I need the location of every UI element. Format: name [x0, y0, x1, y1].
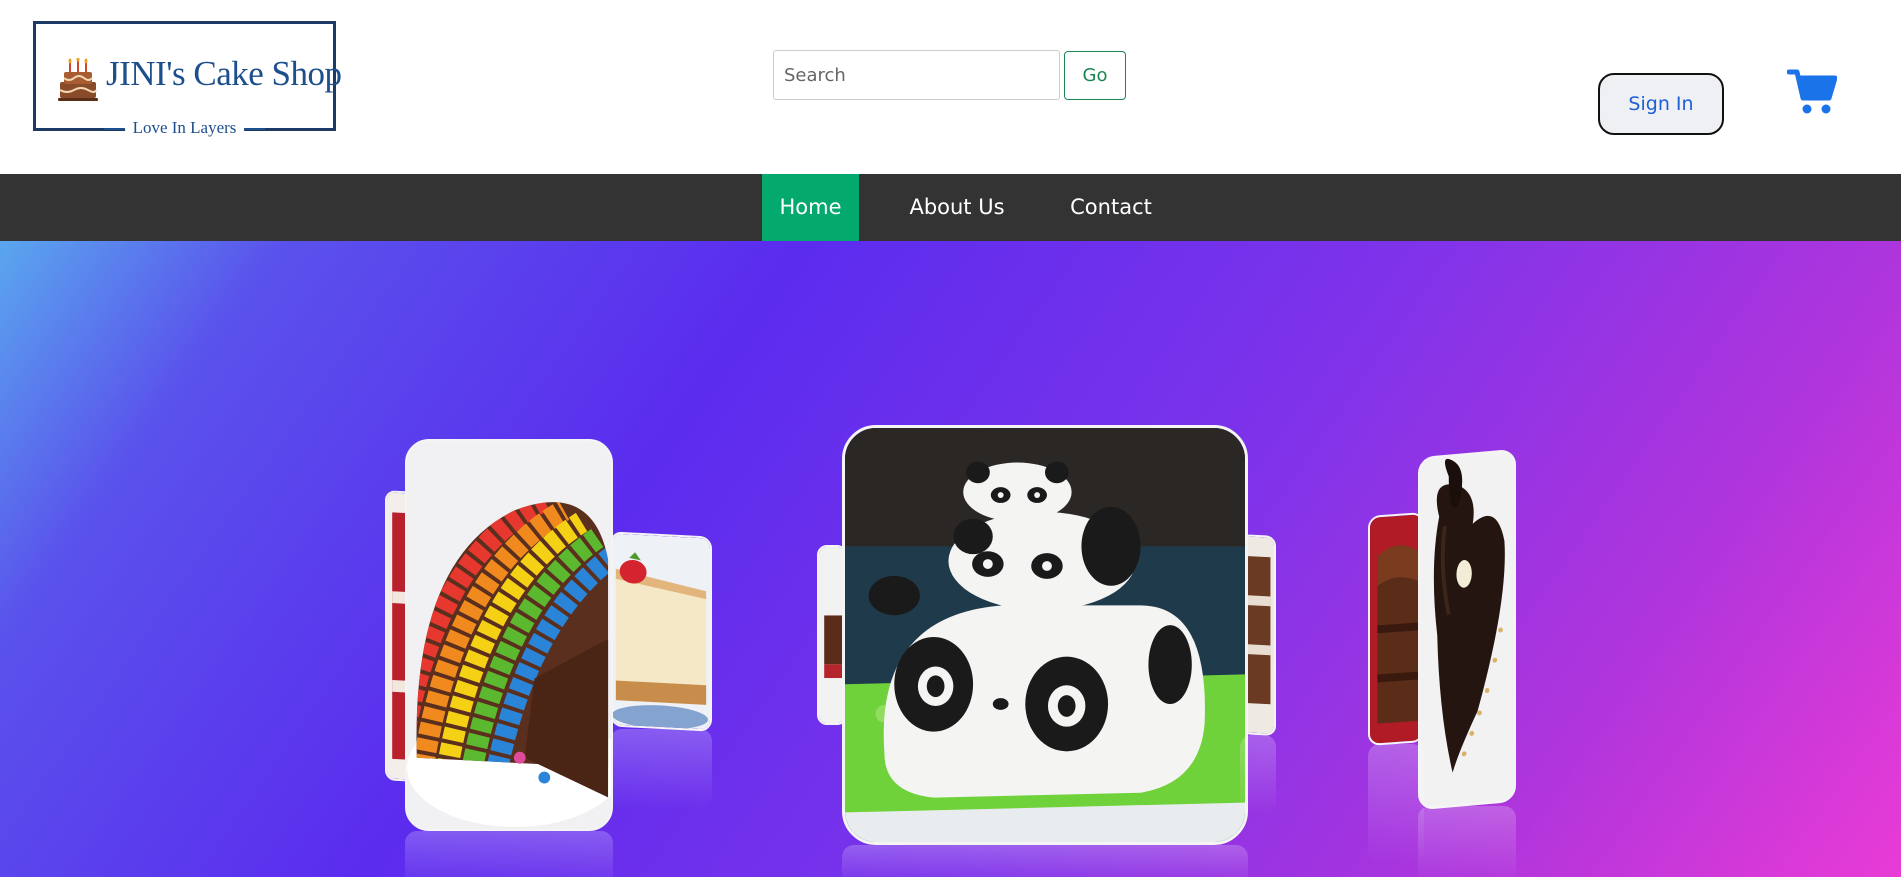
slide-reflection [610, 729, 712, 809]
logo-shop-name: JINI's Cake Shop [106, 54, 342, 93]
carousel-slide-chocolate-heart-cake[interactable] [1418, 448, 1516, 811]
nav-item-contact[interactable]: Contact [1055, 174, 1167, 241]
logo-tagline: Love In Layers [124, 118, 245, 138]
slide-reflection [405, 831, 613, 877]
slide-reflection [1240, 735, 1276, 815]
cake-icon [58, 58, 98, 101]
sign-in-button[interactable]: Sign In [1598, 73, 1724, 135]
search-input[interactable] [773, 50, 1060, 100]
hero-carousel [0, 241, 1901, 877]
cart-icon[interactable] [1787, 68, 1837, 116]
slide-reflection [1418, 806, 1516, 877]
slide-reflection [1368, 744, 1424, 864]
carousel-slide-chocolate-pastry[interactable] [1368, 512, 1424, 746]
slide-reflection [842, 845, 1248, 877]
site-header: JINI's Cake Shop Love In Layers Go Sign … [0, 0, 1901, 174]
carousel-slide-cheesecake[interactable] [610, 531, 712, 732]
main-nav: Home About Us Contact [0, 174, 1901, 241]
nav-item-about-us[interactable]: About Us [888, 174, 1026, 241]
logo-tagline-row: Love In Layers [36, 118, 333, 141]
shop-logo[interactable]: JINI's Cake Shop Love In Layers [33, 21, 342, 138]
search-go-button[interactable]: Go [1064, 51, 1126, 100]
carousel-slide-rainbow-gems-cake[interactable] [405, 439, 613, 831]
nav-item-home[interactable]: Home [762, 174, 859, 241]
carousel-slide-panda-cake[interactable] [842, 425, 1248, 845]
